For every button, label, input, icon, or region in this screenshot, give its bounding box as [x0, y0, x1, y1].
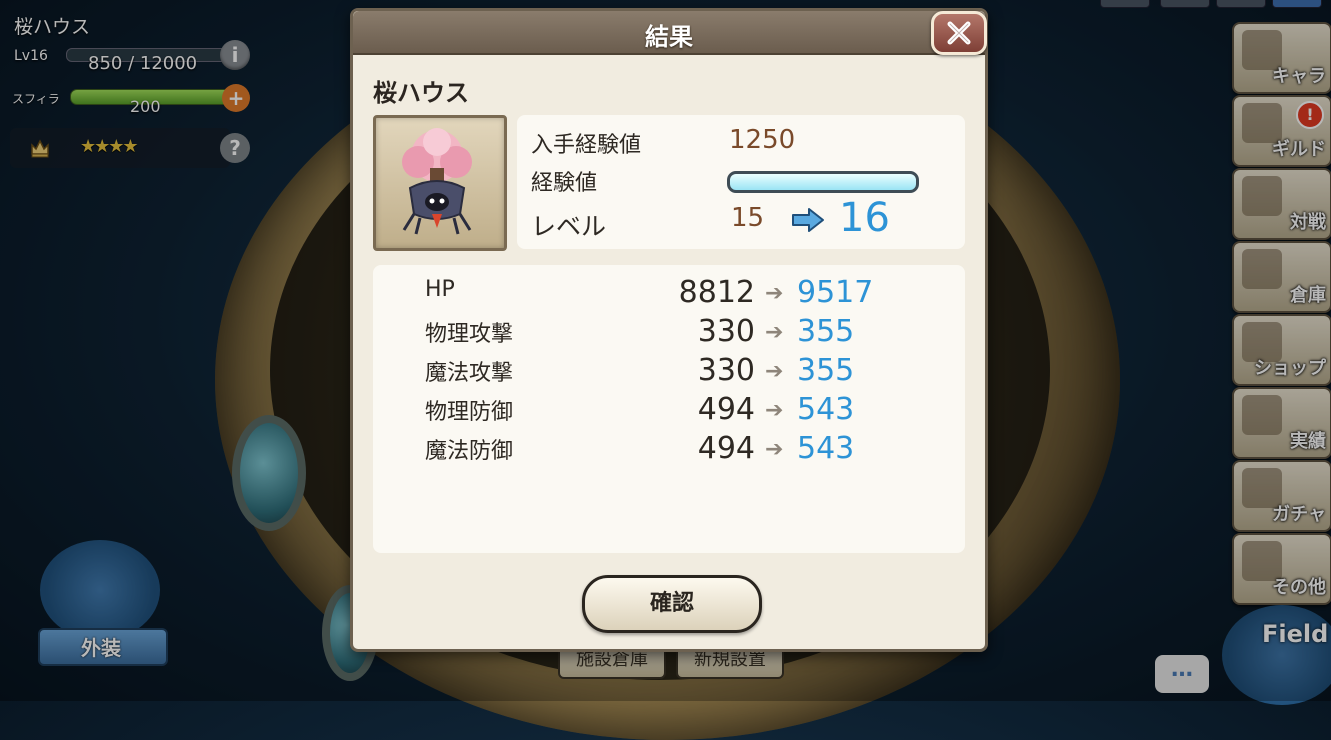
stat-name: HP: [425, 277, 455, 302]
stat-arrow-icon: ➔: [765, 398, 784, 423]
close-icon: [947, 21, 971, 45]
stat-old-value: 330: [697, 353, 755, 388]
stat-row: 物理防御 494 ➔ 543: [373, 392, 965, 430]
level-from: 15: [731, 203, 765, 233]
stat-new-value: 355: [797, 353, 855, 388]
stat-arrow-icon: ➔: [765, 437, 784, 462]
result-dialog: 結果 桜ハウス 入手経験値 1250 経験値 レベル 15 16 HP 8812…: [350, 8, 988, 652]
level-up-arrow-icon: [792, 208, 824, 232]
stat-name: 物理防御: [425, 400, 514, 425]
confirm-button[interactable]: 確認: [582, 575, 762, 633]
item-name: 桜ハウス: [373, 79, 469, 107]
gain-exp-value: 1250: [729, 125, 796, 155]
stat-row: HP 8812 ➔ 9517: [373, 275, 965, 313]
level-to: 16: [839, 195, 890, 241]
exp-info-card: 入手経験値 1250 経験値 レベル 15 16: [517, 115, 965, 249]
stat-new-value: 9517: [797, 275, 874, 310]
stat-name: 物理攻撃: [425, 322, 514, 347]
exp-label: 経験値: [531, 171, 598, 196]
stat-new-value: 543: [797, 392, 855, 427]
stat-arrow-icon: ➔: [765, 281, 784, 306]
exp-progress-bar: [727, 171, 919, 193]
stat-name: 魔法防御: [425, 439, 514, 464]
stat-old-value: 494: [697, 431, 755, 466]
close-button[interactable]: [931, 11, 987, 55]
stat-old-value: 330: [697, 314, 755, 349]
stat-row: 魔法防御 494 ➔ 543: [373, 431, 965, 469]
stat-arrow-icon: ➔: [765, 320, 784, 345]
stat-old-value: 494: [697, 392, 755, 427]
stat-new-value: 355: [797, 314, 855, 349]
stat-arrow-icon: ➔: [765, 359, 784, 384]
stats-card: HP 8812 ➔ 9517 物理攻撃 330 ➔ 355 魔法攻撃 330 ➔…: [373, 265, 965, 553]
stat-old-value: 8812: [678, 275, 755, 310]
dialog-title: 結果: [645, 23, 693, 51]
level-label: レベル: [531, 212, 607, 241]
gain-exp-label: 入手経験値: [531, 133, 642, 158]
item-image-frame: [373, 115, 507, 251]
stat-new-value: 543: [797, 431, 855, 466]
stat-name: 魔法攻撃: [425, 361, 514, 386]
stat-row: 物理攻撃 330 ➔ 355: [373, 314, 965, 352]
sakura-house-image: [402, 128, 472, 235]
stat-row: 魔法攻撃 330 ➔ 355: [373, 353, 965, 391]
